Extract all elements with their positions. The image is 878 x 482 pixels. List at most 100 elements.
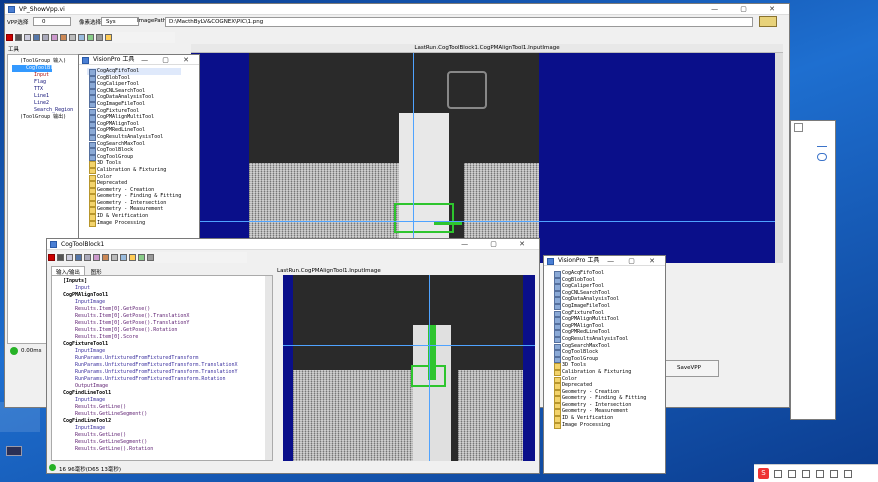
tray-icon[interactable] — [844, 470, 852, 478]
browse-folder-button[interactable] — [759, 16, 777, 27]
io-tree-row[interactable]: RunParams.UnfixturedFromFixturedTransfor… — [55, 355, 238, 362]
tool-item[interactable]: CogBlobTool — [87, 75, 181, 82]
io-tree-row[interactable]: [Inputs] — [55, 278, 238, 285]
tool-item[interactable]: CogDataAnalysisTool — [87, 94, 181, 102]
search-icon[interactable] — [817, 153, 827, 161]
io-tree-row[interactable]: RunParams.UnfixturedFromFixturedTransfor… — [55, 362, 238, 369]
tool-item[interactable]: CogResultsAnalysisTool — [87, 134, 181, 142]
run-icon[interactable] — [6, 34, 13, 41]
close-icon[interactable] — [794, 123, 803, 132]
io-tree-scrollbar[interactable] — [265, 276, 272, 460]
new-icon[interactable] — [24, 34, 31, 41]
tool-folder[interactable]: Deprecated — [552, 382, 646, 390]
tool-item[interactable]: CogCNLSearchTool — [552, 290, 646, 297]
tool-folder[interactable]: Geometry - Finding & Fitting — [87, 193, 181, 201]
tree-node[interactable]: Flag — [12, 79, 73, 86]
paste-icon[interactable] — [102, 254, 109, 261]
tool-folder[interactable]: Geometry - Finding & Fitting — [552, 395, 646, 403]
io-tree-row[interactable]: CogFindLineTool1 — [55, 390, 238, 397]
settings-icon[interactable] — [147, 254, 154, 261]
properties-icon[interactable] — [138, 254, 145, 261]
tool-item[interactable]: CogPMAlignMultiTool — [87, 114, 181, 122]
io-tree-row[interactable]: CogPMAlignTool1 — [55, 292, 238, 299]
tool-folder[interactable]: Geometry - Intersection — [552, 402, 646, 409]
io-tree-row[interactable]: Results.Item[0].GetPose().TranslationY — [55, 320, 238, 327]
image-path-input[interactable]: D:\MacthByLV&COGNEX\PIC\1.png — [165, 17, 753, 27]
paste-icon[interactable] — [60, 34, 67, 41]
tool-item[interactable]: CogResultsAnalysisTool — [552, 336, 646, 344]
tool-item[interactable]: CogPMAlignMultiTool — [552, 316, 646, 324]
tool-folder[interactable]: Geometry - Intersection — [87, 200, 181, 207]
image-source-field[interactable]: Sys — [101, 17, 139, 26]
tool-item[interactable]: CogPMRedLineTool — [87, 127, 181, 135]
ime-icon[interactable]: S — [758, 468, 769, 479]
io-tree-row[interactable]: InputImage — [55, 299, 238, 306]
run-continuous-icon[interactable] — [57, 254, 64, 261]
io-tree-row[interactable]: InputImage — [55, 348, 238, 355]
io-tree-panel[interactable]: [Inputs] Input CogPMAlignTool1 InputImage Re… — [51, 275, 273, 461]
io-tree-row[interactable]: Results.Item[0].GetPose().Rotation — [55, 327, 238, 334]
properties-icon[interactable] — [87, 34, 94, 41]
tool-item[interactable]: CogSearchMaxTool — [552, 343, 646, 350]
refresh-icon[interactable] — [817, 139, 827, 147]
delete-icon[interactable] — [111, 254, 118, 261]
tray-icon[interactable] — [774, 470, 782, 478]
io-tree-row[interactable]: Results.Item[0].GetPose().TranslationX — [55, 313, 238, 320]
tool-folder[interactable]: Color — [87, 174, 181, 181]
tree-node[interactable]: Search_Region — [12, 107, 73, 114]
tray-icon[interactable] — [816, 470, 824, 478]
tree-node[interactable]: (ToolGroup 输出) — [12, 114, 73, 121]
io-tree-row[interactable]: Results.GetLine().Rotation — [55, 446, 238, 453]
tool-folder[interactable]: 3D Tools — [552, 362, 646, 370]
io-tree-row[interactable]: Results.GetLine() — [55, 432, 238, 439]
tool-folder[interactable]: ID & Verification — [87, 213, 181, 221]
display-scrollbar[interactable] — [775, 53, 783, 263]
tray-icon[interactable] — [788, 470, 796, 478]
window-controls[interactable]: — ▢ ✕ — [141, 55, 195, 65]
run-continuous-icon[interactable] — [15, 34, 22, 41]
tool-item[interactable]: CogToolGroup — [87, 154, 181, 161]
window-controls[interactable]: — ▢ ✕ — [461, 239, 535, 250]
tool-item[interactable]: CogCaliperTool — [552, 283, 646, 291]
run-icon[interactable] — [48, 254, 55, 261]
tool-item[interactable]: CogPMRedLineTool — [552, 329, 646, 337]
io-tree-row[interactable]: Results.GetLine() — [55, 404, 238, 411]
tool-item[interactable]: CogSearchMaxTool — [87, 141, 181, 148]
save-icon[interactable] — [33, 34, 40, 41]
tool-item[interactable]: CogDataAnalysisTool — [552, 296, 646, 304]
tool-folder[interactable]: 3D Tools — [87, 160, 181, 168]
tool-item[interactable]: CogToolGroup — [552, 356, 646, 363]
desktop-shortcut-icon[interactable] — [6, 446, 22, 456]
window-controls[interactable]: — ▢ ✕ — [607, 256, 661, 266]
tree-node[interactable]: Line1 — [12, 93, 73, 100]
io-tree-row[interactable]: RunParams.UnfixturedFromFixturedTransfor… — [55, 369, 238, 376]
tool-item[interactable]: CogFixtureTool — [552, 310, 646, 317]
tool-folder[interactable]: Geometry - Creation — [552, 389, 646, 396]
tool-folder[interactable]: Image Processing — [552, 422, 646, 429]
settings-icon[interactable] — [96, 34, 103, 41]
new-icon[interactable] — [66, 254, 73, 261]
tool-item[interactable]: CogFixtureTool — [87, 108, 181, 115]
save-icon[interactable] — [75, 254, 82, 261]
cut-icon[interactable] — [42, 34, 49, 41]
tool-folder[interactable]: Color — [552, 376, 646, 383]
main-image-display[interactable] — [191, 53, 783, 263]
tool-item[interactable]: CogCNLSearchTool — [87, 88, 181, 95]
io-tree-row[interactable]: OutputImage — [55, 383, 238, 390]
tool-item[interactable]: CogAcqFifoTool — [87, 68, 182, 76]
io-tree-row[interactable]: CogFindLineTool2 — [55, 418, 238, 425]
toolbox-window-1[interactable]: VisionPro 工具 — ▢ ✕ CogAcqFifoTool CogBlob… — [78, 54, 200, 246]
help-icon[interactable] — [105, 34, 112, 41]
toolblock-window[interactable]: CogToolBlock1— ▢ ✕ 输入/输出 图形 [Inputs] Inpu… — [46, 238, 540, 474]
vpp-select-field[interactable]: 0 — [33, 17, 71, 26]
tool-folder[interactable]: Geometry - Creation — [87, 187, 181, 194]
window-controls[interactable]: — ▢ ✕ — [711, 4, 785, 15]
io-tree-row[interactable]: Results.Item[0].GetPose() — [55, 306, 238, 313]
io-tree-row[interactable]: InputImage — [55, 397, 238, 404]
tray-icon[interactable] — [802, 470, 810, 478]
tree-node[interactable]: (ToolGroup 输入) — [12, 58, 73, 65]
tool-folder[interactable]: Image Processing — [87, 220, 181, 227]
copy-icon[interactable] — [93, 254, 100, 261]
tool-folder[interactable]: Calibration & Fixturing — [552, 369, 646, 376]
delete-icon[interactable] — [69, 34, 76, 41]
